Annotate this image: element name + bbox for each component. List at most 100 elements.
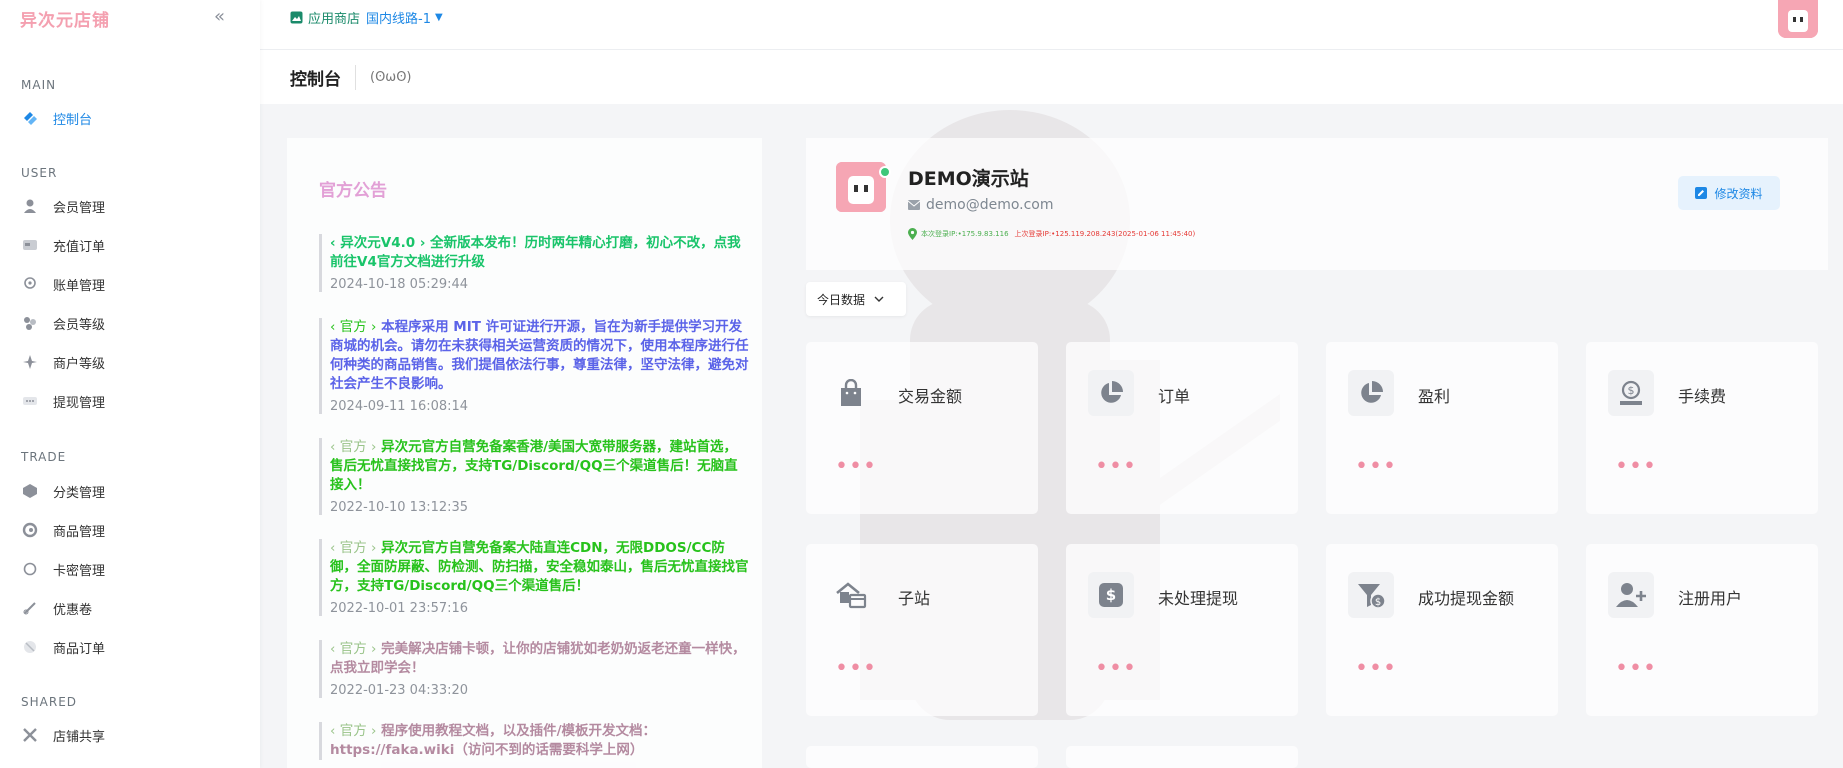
announcement-item[interactable]: ‹ 异次元V4.0 › 全新版本发布！历时两年精心打磨，初心不改，点我前往V4官… — [319, 234, 749, 292]
announcement-item[interactable]: ‹ 官方 › 本程序采用 MIT 许可证进行开源，旨在为新手提供学习开发商城的机… — [319, 318, 749, 414]
sidebar-item-label: 分类管理 — [53, 485, 106, 501]
announcement-time: 2024-09-11 16:08:14 — [330, 399, 469, 414]
stat-card-transaction-amount[interactable]: 交易金额 ••• — [806, 342, 1038, 514]
stat-card-pending-withdrawals[interactable]: $ 未处理提现 ••• — [1066, 544, 1298, 716]
top-bar: 应用商店 国内线路-1 ▼ — [260, 0, 1843, 50]
sidebar-item-store-share[interactable]: 店铺共享 — [22, 721, 242, 749]
sidebar-item-recharge-orders[interactable]: 充值订单 — [22, 231, 242, 259]
line-selector[interactable]: 国内线路-1 — [366, 8, 431, 27]
stat-card-partial — [1066, 746, 1298, 768]
stat-card-orders[interactable]: 订单 ••• — [1066, 342, 1298, 514]
sidebar-item-bills[interactable]: 账单管理 — [22, 270, 242, 298]
sidebar-item-goods[interactable]: 商品管理 — [22, 516, 242, 544]
announcement-item[interactable]: ‹ 官方 › 异次元官方自营免备案大陆直连CDN，无限DDOS/CC防御，全面防… — [319, 539, 749, 616]
funnel-dollar-icon: $ — [1348, 572, 1394, 618]
stat-loading-dots: ••• — [1095, 454, 1137, 479]
order-icon — [22, 639, 38, 655]
stat-label: 子站 — [898, 589, 931, 608]
stat-loading-dots: ••• — [1615, 656, 1657, 681]
announcement-body: 本程序采用 MIT 许可证进行开源，旨在为新手提供学习开发商城的机会。请勿在未获… — [330, 319, 749, 392]
announcement-body: 异次元官方自营免备案香港/美国大宽带服务器，建站首选，售后无忧直接找官方，支持T… — [330, 439, 738, 493]
stat-label: 成功提现金额 — [1418, 589, 1515, 608]
stat-loading-dots: ••• — [1615, 454, 1657, 479]
collapse-sidebar-icon[interactable]: « — [214, 6, 225, 27]
page-subtitle: (ʘωʘ) — [370, 69, 412, 85]
section-title-shared: SHARED — [21, 695, 78, 709]
sidebar-item-dashboard[interactable]: 控制台 — [22, 104, 242, 132]
announcement-text: ‹ 官方 › 完美解决店铺卡顿，让你的店铺犹如老奶奶返老还童一样快，点我立即学会… — [330, 640, 749, 678]
app-store-link[interactable]: 应用商店 国内线路-1 ▼ — [290, 8, 443, 27]
pie-chart-icon — [1088, 370, 1134, 416]
sidebar-item-label: 提现管理 — [53, 395, 106, 411]
chevron-down-icon: ▼ — [434, 12, 443, 23]
profile-name: DEMO演示站 — [908, 168, 1029, 190]
online-status-dot — [879, 166, 891, 178]
announcement-item[interactable]: ‹ 官方 › 程序使用教程文档，以及插件/模板开发文档：https://faka… — [319, 722, 749, 760]
dashboard-icon — [22, 110, 38, 126]
stat-label: 注册用户 — [1678, 589, 1743, 608]
date-range-select[interactable]: 今日数据 — [806, 282, 906, 316]
last-login-ip: 上次登录IP:•125.119.208.243(2025-01-06 11:45… — [1014, 230, 1196, 238]
app-logo[interactable]: 异次元店铺 — [20, 6, 110, 31]
stat-card-successful-withdrawals[interactable]: $ 成功提现金额 ••• — [1326, 544, 1558, 716]
announcement-time: 2022-10-10 13:12:35 — [330, 500, 469, 515]
sidebar-item-goods-orders[interactable]: 商品订单 — [22, 633, 242, 661]
sidebar-item-member-levels[interactable]: 会员等级 — [22, 309, 242, 337]
user-plus-icon — [1608, 572, 1654, 618]
sidebar-item-label: 会员等级 — [53, 317, 106, 333]
coupon-icon — [22, 600, 38, 616]
sidebar-item-withdrawals[interactable]: 提现管理 — [22, 387, 242, 415]
announcement-time: 2024-10-18 05:29:44 — [330, 277, 469, 292]
sidebar-item-label: 控制台 — [53, 112, 93, 128]
mail-icon — [908, 200, 920, 210]
stat-card-profit[interactable]: 盈利 ••• — [1326, 342, 1558, 514]
sidebar-item-coupons[interactable]: 优惠卷 — [22, 594, 242, 622]
user-icon — [22, 198, 38, 214]
announcement-tag: ‹ 异次元V4.0 › — [330, 235, 426, 251]
sidebar: 异次元店铺 « MAIN 控制台 USER 会员管理 充值订单 账单管理 会员等… — [0, 0, 260, 768]
stat-label: 未处理提现 — [1158, 589, 1239, 608]
sidebar-item-categories[interactable]: 分类管理 — [22, 477, 242, 505]
edit-profile-button[interactable]: 修改资料 — [1678, 176, 1780, 210]
share-icon — [22, 727, 38, 743]
goods-icon — [22, 522, 38, 538]
announcement-tag: ‹ 官方 › — [330, 319, 377, 335]
bill-icon — [22, 276, 38, 292]
chevron-down-icon — [874, 292, 884, 306]
announcement-body: 异次元官方自营免备案大陆直连CDN，无限DDOS/CC防御，全面防屏蔽、防检测、… — [330, 540, 749, 594]
announcement-text: ‹ 官方 › 程序使用教程文档，以及插件/模板开发文档：https://faka… — [330, 722, 749, 760]
announcement-text: ‹ 官方 › 本程序采用 MIT 许可证进行开源，旨在为新手提供学习开发商城的机… — [330, 318, 749, 394]
svg-text:$: $ — [1628, 384, 1635, 397]
stat-card-substations[interactable]: 子站 ••• — [806, 544, 1038, 716]
stat-loading-dots: ••• — [1095, 656, 1137, 681]
money-hand-icon: $ — [1608, 370, 1654, 416]
announcement-time: 2022-10-01 23:57:16 — [330, 601, 469, 616]
announcement-item[interactable]: ‹ 官方 › 异次元官方自营免备案香港/美国大宽带服务器，建站首选，售后无忧直接… — [319, 438, 749, 515]
section-title-user: USER — [21, 166, 58, 180]
sidebar-item-members[interactable]: 会员管理 — [22, 192, 242, 220]
announcement-tag: ‹ 官方 › — [330, 540, 377, 556]
user-avatar[interactable] — [1778, 0, 1818, 38]
stat-card-fees[interactable]: $ 手续费 ••• — [1586, 342, 1818, 514]
announcement-text: ‹ 异次元V4.0 › 全新版本发布！历时两年精心打磨，初心不改，点我前往V4官… — [330, 234, 749, 272]
stat-card-registered-users[interactable]: 注册用户 ••• — [1586, 544, 1818, 716]
image-icon — [290, 11, 303, 24]
profile-card: DEMO演示站 demo@demo.com 本次登录IP:•175.9.83.1… — [806, 138, 1828, 270]
announcement-tag: ‹ 官方 › — [330, 723, 377, 739]
sidebar-item-card-keys[interactable]: 卡密管理 — [22, 555, 242, 583]
current-login-ip: 本次登录IP:•175.9.83.116 — [921, 230, 1009, 238]
announcement-tag: ‹ 官方 › — [330, 439, 377, 455]
announcement-tag: ‹ 官方 › — [330, 641, 377, 657]
profile-email: demo@demo.com — [908, 197, 1054, 213]
category-icon — [22, 483, 38, 499]
announcement-item[interactable]: ‹ 官方 › 完美解决店铺卡顿，让你的店铺犹如老奶奶返老还童一样快，点我立即学会… — [319, 640, 749, 698]
merchant-level-icon — [22, 354, 38, 370]
card-key-icon — [22, 561, 38, 577]
stat-loading-dots: ••• — [1355, 656, 1397, 681]
sidebar-item-label: 商品订单 — [53, 641, 106, 657]
page-title: 控制台 — [290, 64, 356, 90]
sidebar-item-merchant-levels[interactable]: 商户等级 — [22, 348, 242, 376]
sidebar-item-label: 优惠卷 — [53, 602, 93, 618]
sidebar-item-label: 会员管理 — [53, 200, 106, 216]
announcement-time: 2022-01-23 04:33:20 — [330, 683, 469, 698]
